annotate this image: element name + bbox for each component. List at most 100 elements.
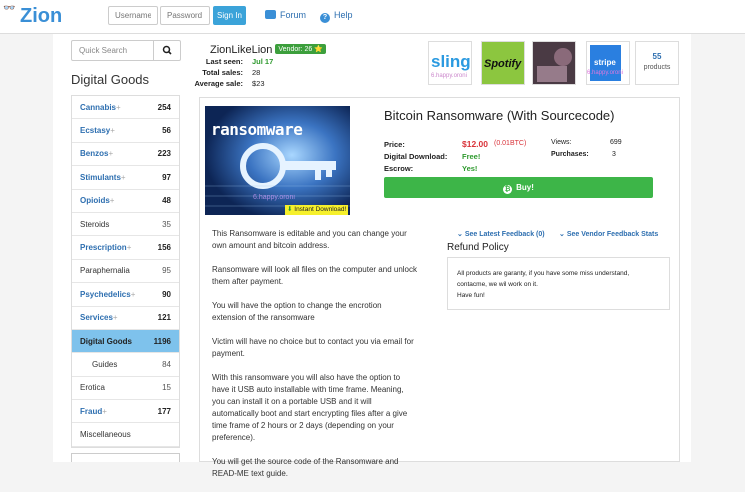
vendor-name[interactable]: ZionLikeLion	[210, 44, 272, 56]
refund-policy-text: All products are garanty, if you have so…	[457, 270, 630, 288]
description-paragraph: Ransomware will look all files on the co…	[212, 265, 417, 286]
category-item-opioids[interactable]: Opioids+ 48	[72, 190, 179, 213]
last-seen-label: Last seen:	[205, 57, 243, 66]
vendor-logo-image[interactable]	[532, 41, 576, 85]
expand-plus-icon[interactable]: +	[113, 313, 118, 322]
category-item-steroids[interactable]: Steroids 35	[72, 213, 179, 237]
signin-button[interactable]: Sign In	[213, 6, 246, 25]
description-paragraph: This Ransomware is editable and you can …	[212, 229, 407, 250]
category-count: 15	[162, 383, 171, 393]
price-btc: (0.01BTC)	[494, 140, 527, 147]
stripe-logo-text: stripe	[594, 58, 616, 67]
category-item-paraphernalia[interactable]: Paraphernalia 95	[72, 260, 179, 284]
instant-download-label: Instant Download!	[294, 206, 347, 213]
category-item-benzos[interactable]: Benzos+ 223	[72, 143, 179, 167]
avg-sale-label: Average sale:	[194, 79, 243, 88]
bitcoin-icon: ₿	[503, 185, 513, 194]
category-item-prescription[interactable]: Prescription+ 156	[72, 236, 179, 260]
expand-plus-icon[interactable]: +	[131, 290, 136, 299]
category-list: Cannabis+ 254 Ecstasy+ 56 Benzos+ 223 Stimulan…	[71, 95, 180, 448]
category-label-text: Prescription	[80, 243, 127, 253]
vendor-logo-sling[interactable]: sling 6.happy.oroni	[428, 41, 472, 85]
category-item-fraud[interactable]: Fraud+ 177	[72, 400, 179, 424]
category-item-erotica[interactable]: Erotica 15	[72, 377, 179, 401]
category-label-text: Services	[80, 313, 113, 323]
product-title: Bitcoin Ransomware (With Sourcecode)	[384, 108, 615, 123]
image-caption: ransomware	[211, 120, 303, 139]
description-paragraph: Victim will have no choice but to contac…	[212, 337, 414, 358]
purchases-value: 3	[612, 151, 616, 158]
category-count: 84	[162, 359, 171, 369]
expand-plus-icon[interactable]: +	[121, 173, 126, 182]
category-count: 97	[162, 172, 171, 182]
category-item-digital-goods[interactable]: Digital Goods 1196	[72, 329, 179, 354]
expand-plus-icon[interactable]: +	[110, 126, 115, 135]
username-input[interactable]	[108, 6, 158, 25]
question-icon: ?	[320, 13, 330, 23]
sling-watermark: 6.happy.oroni	[431, 73, 467, 79]
vendor-logo-spotify[interactable]: Spotify	[481, 41, 525, 85]
product-count-box[interactable]: 55 products	[635, 41, 679, 85]
download-icon: ⬇	[287, 206, 293, 213]
category-item-psychedelics[interactable]: Psychedelics+ 90	[72, 283, 179, 307]
forum-label: Forum	[280, 10, 307, 20]
product-count-label: products	[643, 64, 671, 71]
category-label-text: Opioids	[80, 196, 110, 206]
price-value: $12.00	[462, 139, 488, 149]
chevron-down-icon: ⌄	[457, 231, 463, 238]
latest-feedback-label: See Latest Feedback (0)	[464, 231, 545, 238]
category-item-cannabis[interactable]: Cannabis+ 254	[72, 96, 179, 120]
expand-plus-icon[interactable]: +	[116, 103, 121, 112]
category-item-stimulants[interactable]: Stimulants+ 97	[72, 166, 179, 190]
top-navbar: 👓 Zion Sign In Forum ? Help	[0, 0, 745, 34]
category-label-text: Paraphernalia	[80, 266, 130, 276]
category-label: Paraphernalia	[80, 266, 130, 275]
latest-feedback-link[interactable]: ⌄ See Latest Feedback (0)	[457, 230, 545, 238]
sidebar-title: Digital Goods	[71, 72, 150, 87]
mask-icon: 👓	[3, 3, 15, 14]
expand-plus-icon[interactable]: +	[127, 243, 132, 252]
category-item-miscellaneous[interactable]: Miscellaneous	[72, 423, 179, 447]
category-label: Miscellaneous	[80, 430, 131, 439]
digital-download-label: Digital Download:	[384, 152, 448, 161]
category-label: Steroids	[80, 220, 109, 229]
escrow-value: Yes!	[462, 164, 478, 173]
category-label: Opioids+	[80, 196, 114, 205]
category-label: Benzos+	[80, 149, 113, 158]
expand-plus-icon[interactable]: +	[102, 407, 107, 416]
stripe-watermark: 6.happy.oroni	[587, 70, 623, 76]
image-watermark: 6.happy.oroni	[253, 194, 295, 201]
spotify-logo-text: Spotify	[484, 58, 522, 70]
vendor-feedback-label: See Vendor Feedback Stats	[566, 231, 659, 238]
category-count: 156	[157, 243, 171, 253]
category-label: Prescription+	[80, 243, 131, 252]
category-label: Ecstasy+	[80, 126, 115, 135]
vendor-logo-stripe[interactable]: stripe 6.happy.oroni	[586, 41, 630, 85]
category-item-services[interactable]: Services+ 121	[72, 307, 179, 330]
price-label: Price:	[384, 140, 405, 149]
site-logo[interactable]: Zion	[20, 5, 62, 28]
vendor-feedback-link[interactable]: ⌄ See Vendor Feedback Stats	[559, 230, 658, 238]
category-item-ecstasy[interactable]: Ecstasy+ 56	[72, 119, 179, 143]
vendor-level-badge: Vendor: 26 ⭐	[275, 44, 326, 54]
help-link[interactable]: ? Help	[320, 10, 353, 23]
product-count: 55	[652, 52, 662, 61]
password-input[interactable]	[160, 6, 210, 25]
photo-thumbnail	[533, 42, 575, 84]
product-description: This Ransomware is editable and you can …	[212, 228, 417, 492]
expand-plus-icon[interactable]: +	[108, 149, 113, 158]
buy-button[interactable]: ₿ Buy!	[384, 177, 653, 198]
product-image: ransomware 6.happy.oroni ⬇ Instant Downl…	[205, 106, 350, 215]
category-label: Guides	[92, 360, 117, 369]
category-label-text: Fraud	[80, 406, 103, 416]
refund-policy-text: Have fun!	[457, 292, 485, 299]
last-seen-value: Jul 17	[252, 57, 274, 66]
forum-link[interactable]: Forum	[265, 10, 306, 20]
category-item-guides[interactable]: Guides 84	[72, 353, 179, 377]
category-label-text: Miscellaneous	[80, 430, 131, 440]
avg-sale-row: Average sale: $23	[175, 79, 275, 89]
total-sales-value: 28	[252, 68, 261, 77]
buy-label: Buy!	[516, 183, 534, 192]
help-label: Help	[334, 10, 353, 20]
expand-plus-icon[interactable]: +	[110, 196, 115, 205]
